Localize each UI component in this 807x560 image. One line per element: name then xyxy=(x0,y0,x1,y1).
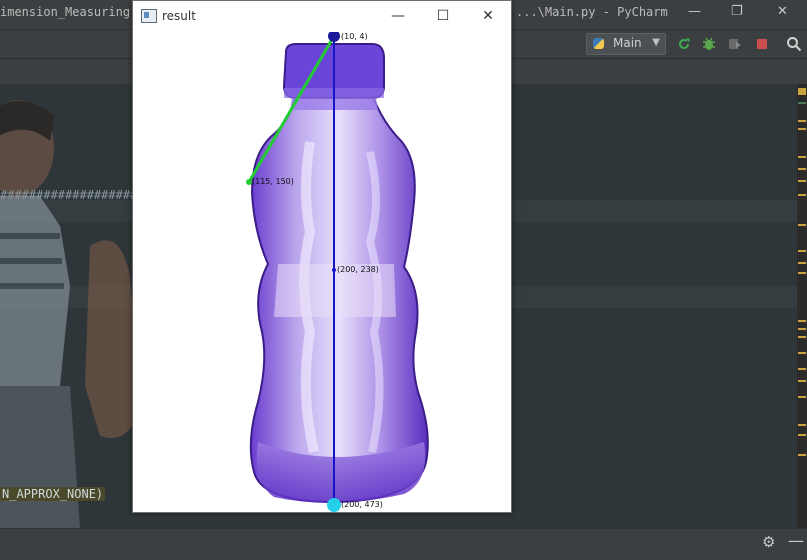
center-point-marker xyxy=(332,268,336,272)
ide-close-icon[interactable]: ✕ xyxy=(777,4,788,19)
window-app-icon xyxy=(141,9,157,23)
error-stripe-mark[interactable] xyxy=(798,102,806,104)
result-window[interactable]: result — ☐ ✕ (10, 4) (115, 150) (200, 23… xyxy=(132,0,512,513)
error-stripe-mark[interactable] xyxy=(798,336,806,338)
center-point-label: (200, 238) xyxy=(337,265,379,274)
gear-icon[interactable]: ⚙ xyxy=(762,533,775,551)
result-image: (10, 4) (115, 150) (200, 238) (200, 473) xyxy=(134,32,510,512)
error-stripe-mark[interactable] xyxy=(798,424,806,426)
error-stripe-mark[interactable] xyxy=(798,180,806,182)
error-stripe-mark[interactable] xyxy=(798,328,806,330)
code-comment-line: ################### xyxy=(0,188,138,202)
error-stripe-mark[interactable] xyxy=(798,434,806,436)
side-point-label: (115, 150) xyxy=(252,177,294,186)
ide-window-title: ...\Main.py - PyCharm xyxy=(516,5,668,19)
python-icon xyxy=(593,38,604,49)
result-window-title: result xyxy=(162,9,196,23)
bottle-measurement-image: (10, 4) (115, 150) (200, 238) (200, 473) xyxy=(246,32,429,512)
ide-restore-icon[interactable]: ❐ xyxy=(731,4,743,19)
chevron-down-icon: ▼ xyxy=(652,37,660,48)
error-stripe-mark[interactable] xyxy=(798,194,806,196)
error-stripe-mark[interactable] xyxy=(798,272,806,274)
error-stripe-mark[interactable] xyxy=(798,368,806,370)
top-point-label: (10, 4) xyxy=(341,32,368,41)
error-stripe-mark[interactable] xyxy=(798,250,806,252)
coverage-icon[interactable] xyxy=(727,36,743,52)
error-stripe-mark[interactable] xyxy=(798,320,806,322)
editor-error-stripe xyxy=(797,84,807,528)
ide-project-title: imension_Measuring xyxy=(0,5,131,19)
stop-icon[interactable] xyxy=(754,36,770,52)
error-stripe-mark[interactable] xyxy=(798,224,806,226)
minimize-button[interactable]: — xyxy=(375,1,421,31)
error-stripe-mark[interactable] xyxy=(798,396,806,398)
hide-panel-icon[interactable]: — xyxy=(788,531,804,550)
ide-minimize-icon[interactable]: — xyxy=(688,4,701,19)
result-window-titlebar[interactable]: result — ☐ ✕ xyxy=(133,1,511,31)
error-stripe-mark[interactable] xyxy=(798,168,806,170)
search-icon[interactable] xyxy=(786,36,802,52)
error-stripe-mark[interactable] xyxy=(798,380,806,382)
error-stripe-mark[interactable] xyxy=(798,88,806,95)
bottom-point-marker xyxy=(327,498,341,512)
run-configuration-label: Main xyxy=(613,36,642,50)
error-stripe-mark[interactable] xyxy=(798,128,806,130)
rerun-icon[interactable] xyxy=(676,36,692,52)
close-button[interactable]: ✕ xyxy=(465,1,511,31)
error-stripe-mark[interactable] xyxy=(798,352,806,354)
debug-icon[interactable] xyxy=(701,36,717,52)
code-line-contours: N_APPROX_NONE) xyxy=(0,487,106,501)
error-stripe-mark[interactable] xyxy=(798,262,806,264)
error-stripe-mark[interactable] xyxy=(798,120,806,122)
error-stripe-mark[interactable] xyxy=(798,156,806,158)
run-configuration-select[interactable]: Main ▼ xyxy=(586,33,666,55)
error-stripe-mark[interactable] xyxy=(798,454,806,456)
bottom-point-label: (200, 473) xyxy=(341,500,383,509)
ide-bottom-bar: ⚙ — xyxy=(0,528,807,560)
maximize-button[interactable]: ☐ xyxy=(420,1,466,31)
